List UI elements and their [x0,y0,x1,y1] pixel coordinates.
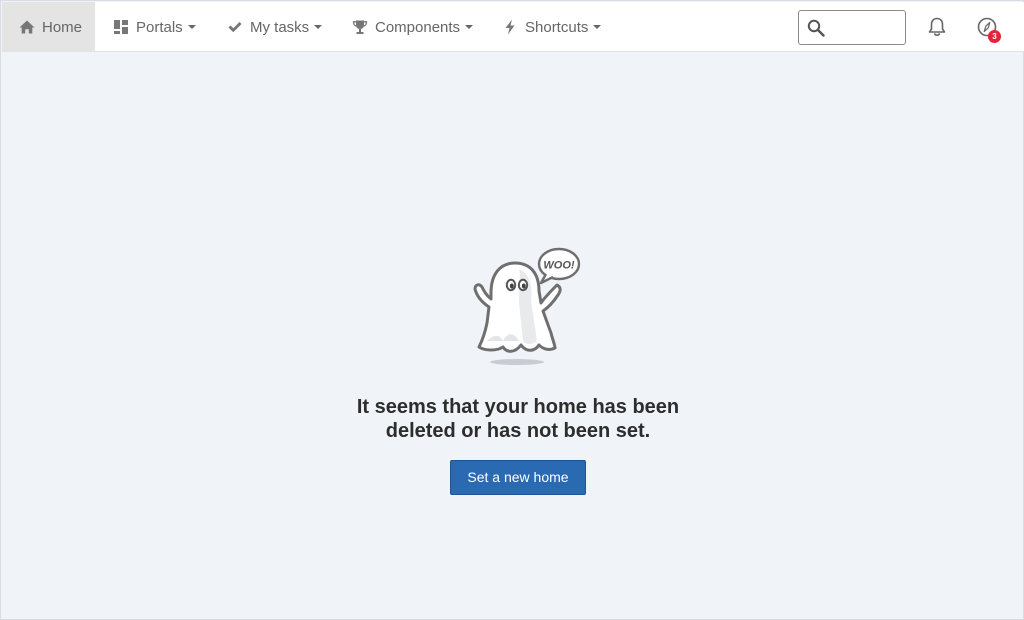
chevron-down-icon [187,25,196,29]
empty-state-message: It seems that your home has been deleted… [313,395,723,443]
set-new-home-button[interactable]: Set a new home [450,460,586,495]
notification-badge: 3 [988,30,1001,43]
message-line-1: It seems that your home has been [356,396,680,418]
nav-home[interactable]: Home [2,2,95,52]
ghost-icon: WOO! [469,241,585,369]
nav-home-label: Home [42,18,83,36]
home-icon [19,19,35,35]
nav-shortcuts-label: Shortcuts [525,18,589,36]
nav-my-tasks[interactable]: My tasks [227,2,323,52]
nav-portals[interactable]: Portals [113,2,196,52]
dashboard-icon [113,19,129,35]
chevron-down-icon [465,25,474,29]
search-box[interactable] [798,10,906,45]
woo-text: WOO! [543,260,574,272]
search-input[interactable] [829,15,901,40]
bolt-icon [502,19,518,35]
message-line-2: deleted or has not been set. [385,420,651,442]
nav-shortcuts[interactable]: Shortcuts [502,2,602,52]
check-icon [227,19,243,35]
nav-my-tasks-label: My tasks [250,18,310,36]
search-icon [807,19,825,37]
chevron-down-icon [314,25,323,29]
nav-portals-label: Portals [136,18,183,36]
bell-icon[interactable] [926,16,948,38]
top-navbar: Home Portals My tasks Components Shortcu… [2,2,1024,52]
app-window: Home Portals My tasks Components Shortcu… [0,0,1024,620]
nav-components-label: Components [375,18,461,36]
nav-components[interactable]: Components [352,2,474,52]
trophy-icon [352,19,368,35]
chevron-down-icon [593,25,602,29]
